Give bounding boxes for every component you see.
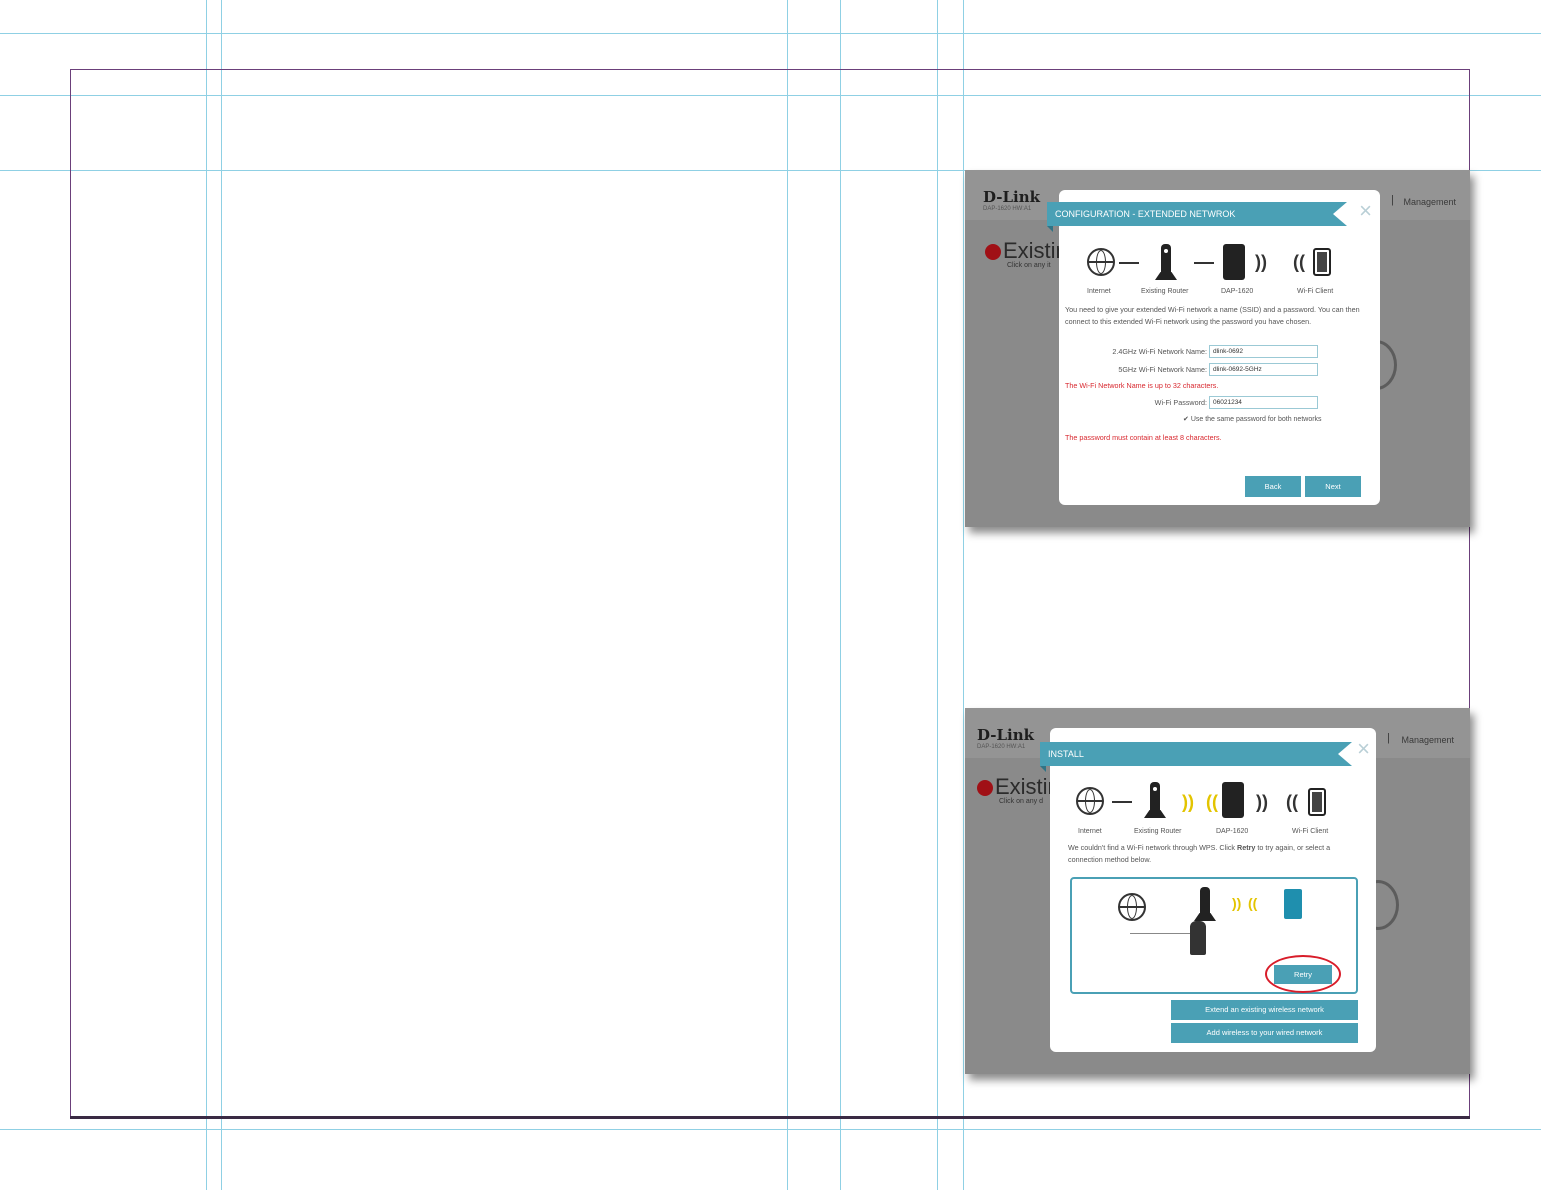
ribbon-fold (1040, 766, 1046, 772)
password-input[interactable]: 06021234 (1209, 396, 1318, 409)
nav-management[interactable]: Management (1401, 735, 1454, 745)
dap-extender-icon (1222, 782, 1244, 818)
ssid5-input[interactable]: dlink-0692-5GHz (1209, 363, 1318, 376)
internet-globe-icon (1087, 248, 1115, 276)
connection-line (1119, 262, 1139, 264)
screenshot-install: D-Link DAP-1620 HW:A1 | Management Exist… (965, 708, 1470, 1074)
hand-pressing-wps-icon (1190, 921, 1206, 955)
next-button[interactable]: Next (1305, 476, 1361, 497)
wifi-wave-icon: (( (1293, 252, 1305, 272)
page-hint: Click on any it (1007, 262, 1051, 269)
password-label: Wi-Fi Password: (1154, 398, 1207, 407)
close-icon[interactable]: × (1357, 738, 1370, 760)
caption-dap-1620: DAP-1620 (1221, 288, 1254, 295)
internet-globe-icon (1076, 787, 1104, 815)
router-base-icon (1144, 810, 1166, 818)
close-icon[interactable]: × (1359, 200, 1372, 222)
caption-existing-router: Existing Router (1134, 828, 1182, 835)
router-icon (1200, 887, 1210, 915)
ssid-length-warning: The Wi-Fi Network Name is up to 32 chara… (1065, 381, 1219, 390)
wifi-wave-icon: )) (1255, 252, 1267, 272)
instruction-text: You need to give your extended Wi-Fi net… (1065, 305, 1360, 326)
password-length-warning: The password must contain at least 8 cha… (1065, 433, 1222, 442)
wifi-wave-icon: (( (1286, 792, 1298, 812)
model-label: DAP-1620 HW:A1 (977, 744, 1026, 750)
router-led-icon (1153, 787, 1157, 791)
ribbon-fold (1047, 226, 1053, 232)
ssid24-label: 2.4GHz Wi-Fi Network Name: (1112, 347, 1207, 356)
status-dot-icon (977, 780, 993, 797)
router-base-icon (1155, 272, 1177, 280)
wifi-client-icon (1308, 788, 1326, 816)
page-heading: Existin (985, 238, 1068, 264)
config-modal: CONFIGURATION - EXTENDED NETWROK × )) ((… (1047, 190, 1380, 505)
wifi-wave-icon: )) (1256, 792, 1268, 812)
back-button[interactable]: Back (1245, 476, 1301, 497)
connection-line (1194, 262, 1214, 264)
screenshot-configuration: D-Link DAP-1620 HW:A1 | Management Exist… (965, 170, 1470, 527)
extend-wireless-button[interactable]: Extend an existing wireless network (1171, 1000, 1358, 1020)
page-bottom-rule (70, 1116, 1470, 1119)
router-base-icon (1194, 913, 1216, 921)
retry-emphasis: Retry (1237, 843, 1256, 852)
model-label: DAP-1620 HW:A1 (983, 206, 1032, 212)
dap-extender-icon (1223, 244, 1245, 280)
modal-title: INSTALL (1040, 742, 1352, 772)
modal-title: CONFIGURATION - EXTENDED NETWROK (1047, 202, 1347, 232)
guide-line (0, 33, 1541, 34)
highlight-ring (1265, 955, 1341, 993)
ssid5-label: 5GHz Wi-Fi Network Name: (1118, 365, 1207, 374)
wps-wave-icon: )) (1232, 895, 1242, 911)
router-led-icon (1164, 249, 1168, 253)
caption-internet: Internet (1078, 828, 1102, 835)
ribbon-notch (1338, 742, 1352, 766)
wps-wave-icon: )) (1182, 792, 1194, 812)
wps-wave-icon: (( (1248, 895, 1258, 911)
checkmark-icon: ✔ (1183, 416, 1191, 423)
dlink-logo: D-Link (983, 188, 1041, 206)
wifi-client-icon (1313, 248, 1331, 276)
install-modal: INSTALL × )) (( )) (( Internet Existing … (1040, 728, 1376, 1052)
caption-internet: Internet (1087, 288, 1111, 295)
ribbon-notch (1333, 202, 1347, 226)
guide-line (0, 1129, 1541, 1130)
page-hint: Click on any d (999, 798, 1043, 805)
nav-separator: | (1391, 194, 1394, 206)
caption-dap-1620: DAP-1620 (1216, 828, 1249, 835)
ssid24-input[interactable]: dlink-0692 (1209, 345, 1318, 358)
internet-globe-icon (1118, 893, 1146, 921)
nav-management[interactable]: Management (1403, 197, 1456, 207)
page-heading: Existin (977, 774, 1060, 800)
wps-wave-icon: (( (1206, 792, 1218, 812)
caption-existing-router: Existing Router (1141, 288, 1189, 295)
nav-separator: | (1387, 732, 1390, 744)
status-dot-icon (985, 244, 1001, 261)
dlink-logo: D-Link (977, 726, 1035, 744)
same-password-checkbox[interactable]: ✔ Use the same password for both network… (1183, 415, 1322, 423)
instruction-text: We couldn't find a Wi-Fi network through… (1068, 843, 1331, 864)
caption-wifi-client: Wi-Fi Client (1297, 288, 1334, 295)
wps-illustration-panel: )) (( Retry (1070, 877, 1358, 994)
add-wireless-wired-button[interactable]: Add wireless to your wired network (1171, 1023, 1358, 1043)
connection-line (1112, 801, 1132, 803)
caption-wifi-client: Wi-Fi Client (1292, 828, 1329, 835)
dap-extender-blue-icon (1284, 889, 1302, 919)
